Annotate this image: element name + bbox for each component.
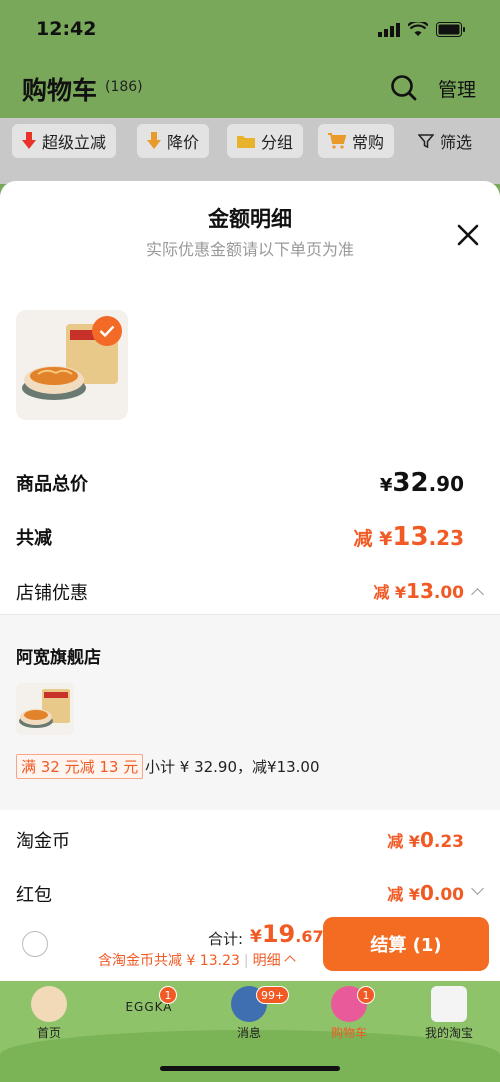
tab-label: 首页 <box>36 1026 61 1040</box>
store-subtotal: 小计 ¥ 32.90，减¥13.00 <box>145 758 320 776</box>
tab-my-taobao[interactable]: 我的淘宝 <box>409 986 489 1041</box>
chip-label: 筛选 <box>440 133 473 152</box>
arrow-down-icon <box>147 132 161 149</box>
manage-button[interactable]: 管理 <box>438 75 476 102</box>
search-icon[interactable] <box>390 74 418 102</box>
detail-link[interactable]: 明细 <box>253 953 281 969</box>
total-price-value: ¥32.90 <box>379 468 464 498</box>
status-icons <box>378 22 466 37</box>
total-price-label: 商品总价 <box>16 474 88 495</box>
chip-frequent[interactable]: 常购 <box>318 124 395 158</box>
checkout-total-label: 合计: <box>208 930 244 948</box>
store-product-thumbnail <box>16 683 74 735</box>
battery-icon <box>436 22 465 37</box>
tab-label: 消息 <box>236 1026 261 1040</box>
tab-badge: 99+ <box>256 986 290 1004</box>
coin-value: 减 ¥0.23 <box>387 828 464 852</box>
promo-tag: 满 32 元减 13 元 <box>16 754 144 779</box>
home-indicator <box>160 1066 340 1071</box>
red-packet-label: 红包 <box>16 885 52 906</box>
filter-icon <box>418 134 434 149</box>
chevron-up-icon <box>283 955 296 967</box>
wifi-icon <box>408 22 428 36</box>
page-title: 购物车 <box>22 76 98 105</box>
close-icon[interactable] <box>455 222 481 248</box>
coin-reduce-note[interactable]: 含淘金币共减 ¥ 13.23 | 明细 <box>98 950 296 970</box>
chip-price-drop[interactable]: 降价 <box>137 124 210 158</box>
selected-check-icon <box>92 316 122 346</box>
checkout-button[interactable]: 结算 (1) <box>323 917 489 971</box>
chip-label: 常购 <box>352 133 385 152</box>
sheet-subtitle: 实际优惠金额请以下单页为准 <box>145 240 354 259</box>
chip-super-discount[interactable]: 超级立减 <box>12 124 117 158</box>
checkout-total-value: ¥19.67 <box>250 920 324 948</box>
tab-label: 我的淘宝 <box>424 1026 473 1040</box>
shop-discount-value[interactable]: 减 ¥13.00 <box>373 579 464 603</box>
chip-group[interactable]: 分组 <box>227 124 304 158</box>
red-packet-value[interactable]: 减 ¥0.00 <box>387 881 464 905</box>
chip-filter[interactable]: 筛选 <box>408 124 482 158</box>
chip-label: 降价 <box>167 133 200 152</box>
status-time: 12:42 <box>36 18 97 40</box>
home-mascot-icon <box>31 986 67 1022</box>
signal-icon <box>378 22 400 37</box>
tab-cart[interactable]: 购物车 <box>309 986 389 1041</box>
tab-label: 购物车 <box>330 1026 367 1040</box>
tab-badge: 1 <box>357 986 375 1004</box>
total-reduce-label: 共减 <box>16 528 52 549</box>
cart-count: (186) <box>105 79 143 95</box>
chip-label: 分组 <box>261 133 294 152</box>
select-all-radio[interactable] <box>22 931 48 957</box>
coin-label: 淘金币 <box>16 831 70 852</box>
folder-icon <box>237 136 255 148</box>
total-reduce-value: 减 ¥13.23 <box>353 522 464 552</box>
arrow-down-icon <box>22 132 36 149</box>
profile-mascot-icon <box>431 986 467 1022</box>
chip-label: 超级立减 <box>42 133 107 152</box>
tab-badge: 1 <box>159 986 177 1004</box>
sheet-title: 金额明细 <box>208 207 292 231</box>
shop-discount-label: 店铺优惠 <box>16 583 88 604</box>
tab-eggka[interactable]: EGGKA <box>109 1000 189 1014</box>
cart-icon <box>328 133 346 149</box>
tab-home[interactable]: 首页 <box>9 986 89 1041</box>
store-name: 阿宽旗舰店 <box>16 648 101 668</box>
